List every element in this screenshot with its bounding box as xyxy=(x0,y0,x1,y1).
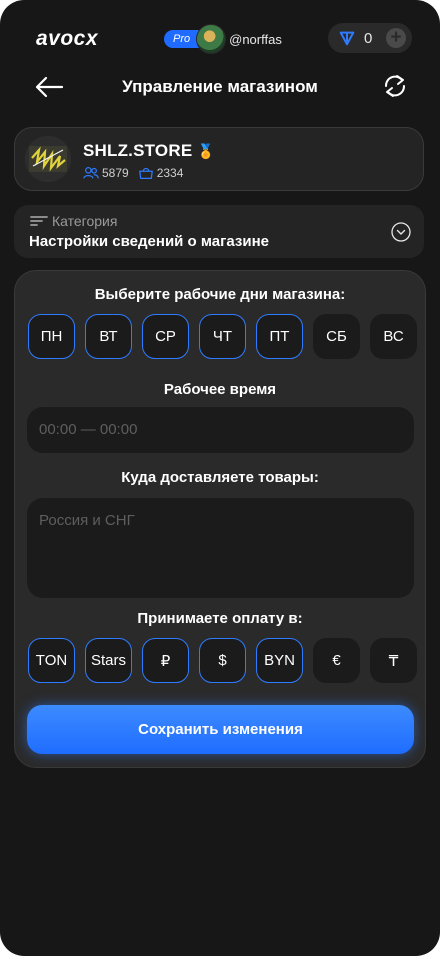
store-name: SHLZ.STORE 🏅 xyxy=(83,141,215,160)
payment-toggle-ton[interactable]: TON xyxy=(28,638,75,683)
payment-methods-row: TON Stars ₽ $ BYN € ₸ xyxy=(28,638,417,683)
working-days-title: Выберите рабочие дни магазина: xyxy=(94,286,346,303)
avatar xyxy=(196,24,227,54)
app-logo: avocx xyxy=(36,27,99,50)
day-toggle-wed[interactable]: СР xyxy=(142,314,189,359)
add-funds-icon[interactable]: + xyxy=(386,28,406,48)
day-toggle-sat[interactable]: СБ xyxy=(313,314,360,359)
followers-icon xyxy=(83,167,99,179)
category-select[interactable]: Категория Настройки сведений о магазине xyxy=(14,205,424,258)
store-stats: 5879 2334 xyxy=(83,166,183,180)
balance-value: 0 xyxy=(364,29,373,47)
working-hours-title: Рабочее время xyxy=(163,381,277,398)
payment-toggle-eur[interactable]: € xyxy=(313,638,360,683)
medal-icon: 🏅 xyxy=(197,143,215,159)
user-profile-chip[interactable]: Pro @norffas xyxy=(164,24,282,54)
filter-lines-icon xyxy=(30,216,48,226)
day-toggle-thu[interactable]: ЧТ xyxy=(199,314,246,359)
payment-toggle-stars[interactable]: Stars xyxy=(85,638,132,683)
ton-icon xyxy=(339,31,355,46)
refresh-icon[interactable] xyxy=(382,72,408,100)
working-hours-input[interactable]: 00:00 — 00:00 xyxy=(27,407,414,453)
day-toggle-mon[interactable]: ПН xyxy=(28,314,75,359)
chevron-down-icon[interactable] xyxy=(391,222,411,242)
orders-count: 2334 xyxy=(156,166,184,180)
delivery-textarea[interactable]: Россия и СНГ xyxy=(27,498,414,598)
save-changes-button[interactable]: Сохранить изменения xyxy=(27,705,414,754)
payment-toggle-byn[interactable]: BYN xyxy=(256,638,303,683)
day-toggle-sun[interactable]: ВС xyxy=(370,314,417,359)
working-days-row: ПН ВТ СР ЧТ ПТ СБ ВС xyxy=(28,314,417,359)
category-value: Настройки сведений о магазине xyxy=(29,233,269,250)
day-toggle-tue[interactable]: ВТ xyxy=(85,314,132,359)
store-logo xyxy=(25,136,71,182)
username: @norffas xyxy=(229,31,282,47)
bag-icon xyxy=(138,167,153,179)
working-hours-placeholder: 00:00 — 00:00 xyxy=(39,421,138,438)
payment-toggle-kzt[interactable]: ₸ xyxy=(370,638,417,683)
day-toggle-fri[interactable]: ПТ xyxy=(256,314,303,359)
category-label: Категория xyxy=(30,213,117,229)
payment-toggle-rub[interactable]: ₽ xyxy=(142,638,189,683)
page-title: Управление магазином xyxy=(122,77,318,96)
app-screen: avocx Pro @norffas 0 + Управление магази… xyxy=(0,0,440,956)
store-settings-panel: Выберите рабочие дни магазина: ПН ВТ СР … xyxy=(14,270,426,768)
delivery-title: Куда доставляете товары: xyxy=(121,469,319,486)
wallet-balance[interactable]: 0 + xyxy=(328,23,412,53)
followers-count: 5879 xyxy=(102,166,129,180)
payment-title: Принимаете оплату в: xyxy=(137,610,303,627)
payment-toggle-usd[interactable]: $ xyxy=(199,638,246,683)
delivery-placeholder: Россия и СНГ xyxy=(39,512,135,529)
store-card[interactable]: SHLZ.STORE 🏅 5879 2334 xyxy=(14,127,424,191)
